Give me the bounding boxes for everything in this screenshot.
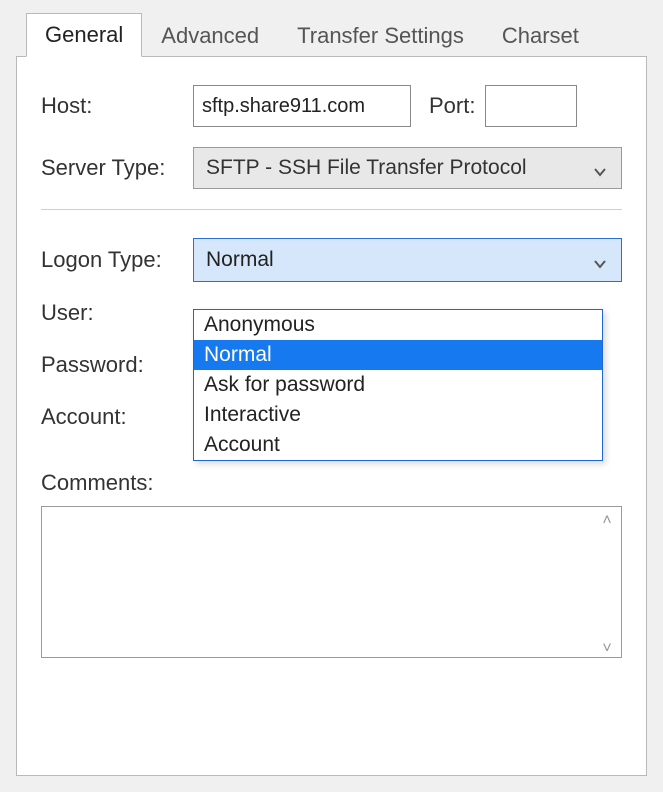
tab-advanced[interactable]: Advanced [142, 14, 278, 57]
password-label: Password: [41, 352, 193, 378]
scroll-up-icon[interactable]: ˄ [598, 512, 616, 530]
tab-general[interactable]: General [26, 13, 142, 57]
server-type-value: SFTP - SSH File Transfer Protocol [206, 156, 527, 180]
server-type-label: Server Type: [41, 155, 193, 181]
port-label: Port: [429, 93, 475, 119]
logon-type-dropdown[interactable]: Anonymous Normal Ask for password Intera… [193, 309, 603, 461]
settings-panel: General Advanced Transfer Settings Chars… [0, 0, 663, 792]
account-label: Account: [41, 404, 193, 430]
logon-type-value: Normal [206, 248, 274, 272]
logon-option-interactive[interactable]: Interactive [194, 400, 602, 430]
divider [41, 209, 622, 210]
logon-option-ask-password[interactable]: Ask for password [194, 370, 602, 400]
tab-strip: General Advanced Transfer Settings Chars… [26, 10, 663, 56]
port-input[interactable] [485, 85, 577, 127]
server-type-select[interactable]: SFTP - SSH File Transfer Protocol [193, 147, 622, 189]
logon-type-select[interactable]: Normal [193, 238, 622, 282]
logon-option-normal[interactable]: Normal [194, 340, 602, 370]
logon-type-label: Logon Type: [41, 247, 193, 273]
comments-label: Comments: [41, 470, 622, 496]
host-input[interactable] [193, 85, 411, 127]
logon-option-anonymous[interactable]: Anonymous [194, 310, 602, 340]
scroll-down-icon[interactable]: ˅ [598, 640, 616, 658]
logon-option-account[interactable]: Account [194, 430, 602, 460]
tab-charset[interactable]: Charset [483, 14, 598, 57]
chevron-down-icon [593, 161, 607, 175]
tab-page-general: Host: Port: Server Type: SFTP - SSH File… [16, 56, 647, 776]
tab-transfer-settings[interactable]: Transfer Settings [278, 14, 483, 57]
comments-textarea[interactable] [41, 506, 622, 658]
chevron-down-icon [593, 253, 607, 267]
host-label: Host: [41, 93, 193, 119]
user-label: User: [41, 300, 193, 326]
